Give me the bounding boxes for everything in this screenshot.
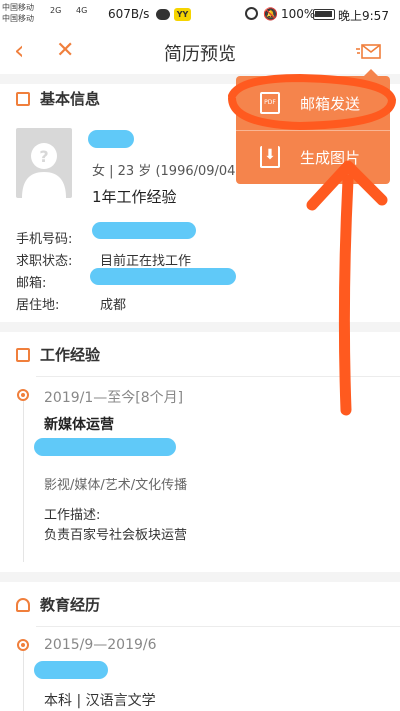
- job-status-label: 求职状态:: [16, 254, 73, 269]
- signal-2g-icon: 2G: [50, 6, 62, 15]
- experience-years-text: 1年工作经验: [92, 188, 177, 206]
- download-icon: ⬇: [260, 146, 280, 168]
- section-basic-info-heading: 基本信息: [16, 88, 100, 109]
- back-chevron-icon[interactable]: ‹: [14, 36, 24, 66]
- resume-preview-screen: 中国移动 中国移动 2G 4G 607B/s YY 🔕 100% 晚上9:57 …: [0, 0, 400, 711]
- timeline-dot: [17, 639, 29, 651]
- user-placeholder-icon: ?: [22, 143, 66, 198]
- email-label: 邮箱:: [16, 276, 47, 291]
- alarm-icon: [245, 7, 258, 20]
- mute-icon: 🔕: [263, 7, 278, 21]
- signal-4g-icon: 4G: [76, 6, 88, 15]
- carrier-2: 中国移动: [2, 14, 34, 23]
- gender-age-text: 女 | 23 岁 (1996/09/04): [92, 164, 241, 179]
- avatar: ?: [16, 128, 72, 198]
- redacted-email: [90, 268, 236, 285]
- pdf-icon: PDF: [260, 92, 280, 114]
- share-popup-menu: PDF 邮箱发送 ⬇ 生成图片: [236, 69, 390, 184]
- section-education-heading: 教育经历: [16, 594, 100, 615]
- timeline-line: [23, 396, 24, 562]
- battery-percent: 100%: [281, 7, 316, 21]
- graduation-cap-icon: [16, 597, 30, 612]
- top-nav-bar: 简历预览 ‹ ✕: [0, 30, 400, 76]
- divider: [0, 322, 400, 332]
- timeline-dot: [17, 389, 29, 401]
- close-icon[interactable]: ✕: [56, 36, 74, 66]
- redacted-school: [34, 661, 108, 679]
- menu-item-email-send[interactable]: PDF 邮箱发送: [236, 76, 390, 130]
- chat-notification-icon: [156, 9, 170, 20]
- menu-item-label: 生成图片: [300, 148, 361, 167]
- battery-icon: [313, 9, 335, 20]
- section-work-experience-heading: 工作经验: [16, 344, 100, 365]
- redacted-phone: [92, 222, 196, 239]
- clock: 晚上9:57: [338, 9, 389, 23]
- send-mail-icon[interactable]: [356, 42, 382, 60]
- job-title: 新媒体运营: [44, 417, 114, 433]
- job-description-label: 工作描述:: [44, 508, 101, 523]
- job-status-value: 目前正在找工作: [100, 254, 192, 269]
- redacted-company: [34, 438, 176, 456]
- section-title: 教育经历: [40, 596, 101, 614]
- education-period: 2015/9—2019/6: [44, 637, 157, 653]
- job-description-text: 负责百家号社会板块运营: [44, 528, 188, 543]
- divider: [36, 626, 400, 627]
- industry-text: 影视/媒体/艺术/文化传播: [44, 478, 188, 493]
- divider: [36, 376, 400, 377]
- yy-app-icon: YY: [174, 8, 191, 21]
- residence-label: 居住地:: [16, 298, 60, 313]
- degree-major-text: 本科 | 汉语言文学: [44, 693, 156, 709]
- briefcase-icon: [16, 347, 30, 362]
- section-title: 工作经验: [40, 346, 101, 364]
- network-speed: 607B/s: [108, 7, 150, 21]
- document-icon: [16, 91, 30, 106]
- divider: [0, 572, 400, 582]
- redacted-name: [88, 130, 134, 148]
- work-period: 2019/1—至今[8个月]: [44, 390, 184, 406]
- menu-item-generate-image[interactable]: ⬇ 生成图片: [236, 130, 390, 184]
- residence-value: 成都: [100, 298, 127, 313]
- section-title: 基本信息: [40, 90, 101, 108]
- menu-item-label: 邮箱发送: [300, 94, 361, 113]
- carrier-1: 中国移动: [2, 3, 34, 12]
- svg-text:?: ?: [39, 147, 48, 166]
- status-bar: 中国移动 中国移动 2G 4G 607B/s YY 🔕 100% 晚上9:57: [0, 0, 400, 30]
- phone-label: 手机号码:: [16, 232, 73, 247]
- carrier-labels: 中国移动 中国移动: [2, 2, 34, 24]
- timeline-line: [23, 646, 24, 711]
